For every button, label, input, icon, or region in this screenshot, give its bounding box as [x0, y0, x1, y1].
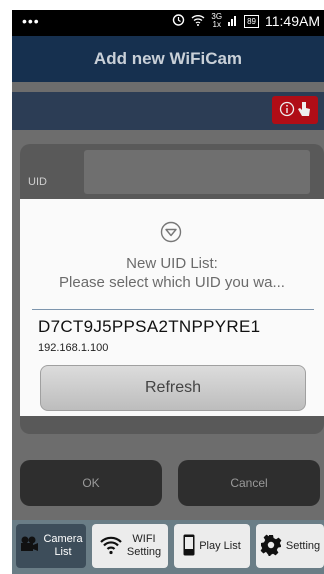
ok-button[interactable]: OK: [20, 460, 162, 506]
wifi-signal-icon: [191, 13, 205, 29]
uid-list-dialog: New UID List: Please select which UID yo…: [20, 199, 324, 416]
uid-ip-address: 192.168.1.100: [38, 342, 109, 354]
info-button[interactable]: [272, 96, 318, 124]
tab-play-list-label: Play List: [199, 540, 241, 553]
tab-label-line2: Setting: [126, 546, 162, 558]
uid-list-item[interactable]: D7CT9J5PPSA2TNPPYRE1: [38, 317, 260, 337]
chevron-down-circle-icon: [160, 221, 182, 243]
uid-label: UID: [28, 176, 47, 188]
tab-label-line1: Camera: [43, 533, 83, 545]
camera-icon: [19, 535, 39, 558]
tab-play-list[interactable]: Play List: [174, 524, 250, 568]
tab-camera-list[interactable]: Camera List: [16, 524, 86, 568]
status-icons: 3G 1x 89 11:49AM: [172, 13, 320, 29]
title-bar: Add new WiFiCam: [12, 36, 324, 82]
uid-input[interactable]: [84, 150, 310, 194]
notification-dots: •••: [22, 13, 40, 29]
info-icon: [279, 101, 295, 120]
tab-setting[interactable]: Setting: [256, 524, 324, 568]
network-type-indicator: 3G 1x: [211, 13, 222, 29]
toolbar: [12, 92, 324, 130]
status-bar: ••• 3G 1x 89 11:49AM: [12, 10, 324, 36]
phone-icon: [183, 534, 195, 559]
dialog-title-line1: New UID List:: [126, 255, 218, 272]
clock: 11:49AM: [265, 13, 320, 29]
hand-pointer-icon: [297, 100, 311, 121]
tab-wifi-setting-label: WIFI Setting: [127, 533, 161, 559]
tab-label-line1: Setting: [285, 539, 321, 552]
wifi-icon: [99, 535, 123, 558]
tab-label-line1: Play List: [199, 539, 241, 552]
dialog-divider: [32, 309, 314, 310]
alarm-icon: [172, 13, 185, 29]
tab-camera-list-label: Camera List: [43, 533, 82, 559]
cancel-button[interactable]: Cancel: [178, 460, 320, 506]
network-bottom-label: 1x: [212, 20, 221, 29]
refresh-button[interactable]: Refresh: [40, 365, 306, 411]
tab-label-line1: WIFI: [132, 533, 156, 545]
battery-icon: 89: [244, 14, 259, 28]
dialog-title: New UID List: Please select which UID yo…: [20, 254, 324, 292]
tab-label-line2: List: [54, 546, 72, 558]
dialog-title-line2: Please select which UID you wa...: [59, 274, 285, 291]
tab-setting-label: Setting: [286, 540, 320, 553]
tab-wifi-setting[interactable]: WIFI Setting: [92, 524, 168, 568]
page-title: Add new WiFiCam: [93, 49, 243, 68]
gear-icon: [260, 534, 282, 559]
cell-signal-icon: [228, 13, 238, 29]
bottom-navigation: Camera List WIFI Setting Play List Setti…: [12, 520, 324, 574]
